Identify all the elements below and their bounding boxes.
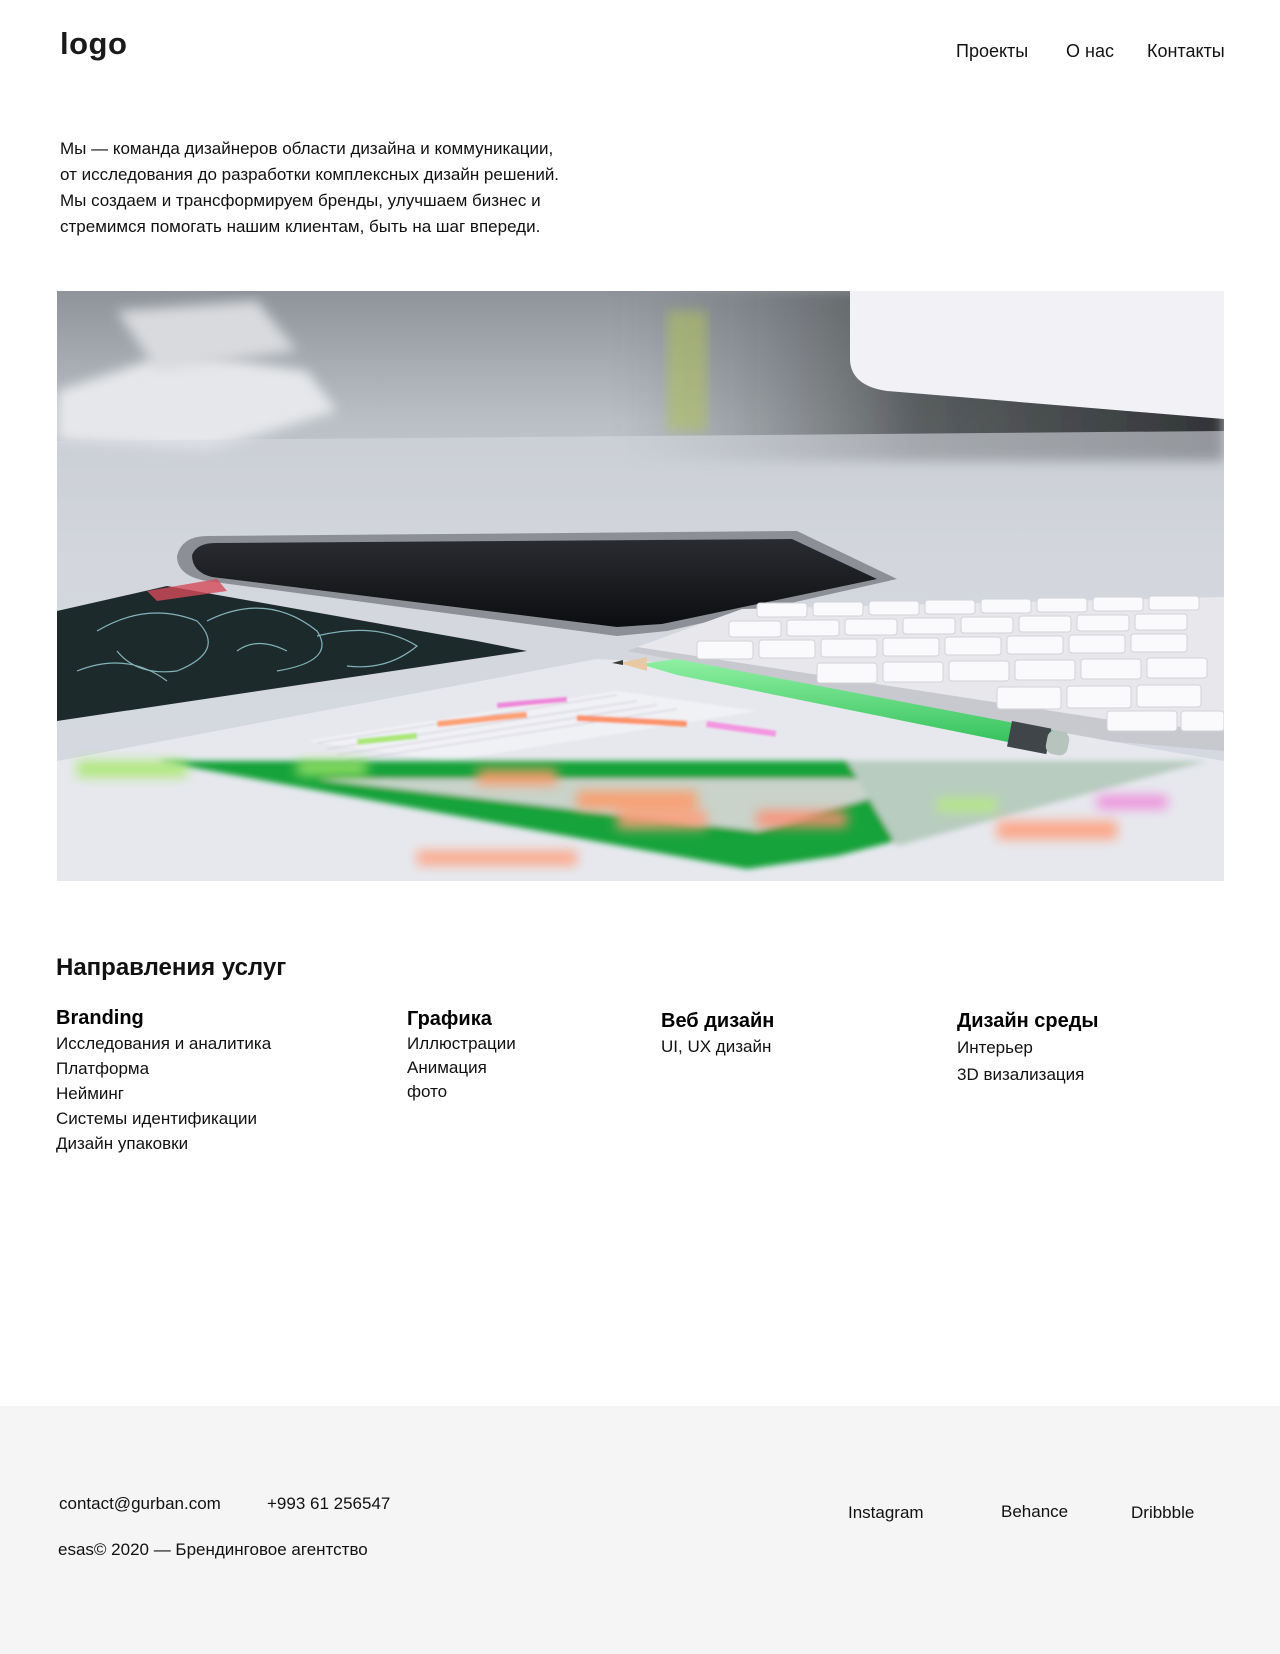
intro-line: Мы — команда дизайнеров области дизайна … <box>60 139 554 158</box>
service-item: Нейминг <box>56 1084 124 1103</box>
service-item: Дизайн упаковки <box>56 1134 189 1153</box>
service-item: Системы идентификации <box>56 1109 257 1128</box>
intro-text: Мы — команда дизайнеров области дизайна … <box>60 136 620 240</box>
service-item: Интерьер <box>957 1038 1033 1057</box>
service-item: Исследования и аналитика <box>56 1034 272 1053</box>
intro-line: стремимся помогать нашим клиентам, быть … <box>60 217 541 236</box>
footer-copyright: esas© 2020 — Брендинговое агентство <box>58 1540 368 1559</box>
service-item: UI, UX дизайн <box>661 1037 772 1056</box>
services-title: Направления услуг <box>56 954 287 981</box>
hero-image <box>57 291 1224 881</box>
footer-email-link[interactable]: contact@gurban.com <box>59 1494 221 1514</box>
service-column-web: Веб дизайн UI, UX дизайн <box>661 1008 774 1059</box>
service-heading: Веб дизайн <box>661 1010 775 1032</box>
intro-line: Мы создаем и трансформируем бренды, улуч… <box>60 191 541 210</box>
nav-contacts-link[interactable]: Контакты <box>1147 41 1225 62</box>
intro-line: от исследования до разработки комплексны… <box>60 165 560 184</box>
service-column-branding: Branding Исследования и аналитика Платфо… <box>56 1005 271 1156</box>
footer: contact@gurban.com +993 61 256547 esas© … <box>0 1406 1280 1654</box>
social-dribbble-link[interactable]: Dribbble <box>1131 1503 1194 1523</box>
logo[interactable]: logo <box>60 26 127 62</box>
service-column-graphics: Графика Иллюстрации Анимация фото <box>407 1006 516 1104</box>
service-column-environment: Дизайн среды Интерьер 3D визализация <box>957 1008 1099 1088</box>
nav-projects-link[interactable]: Проекты <box>956 41 1028 62</box>
service-heading: Графика <box>407 1008 492 1030</box>
nav-about-link[interactable]: О нас <box>1066 41 1114 62</box>
service-item: Анимация <box>407 1058 487 1077</box>
social-behance-link[interactable]: Behance <box>1001 1502 1068 1522</box>
social-instagram-link[interactable]: Instagram <box>848 1503 924 1523</box>
service-heading: Дизайн среды <box>957 1010 1099 1032</box>
service-item: 3D визализация <box>957 1065 1085 1084</box>
service-item: фото <box>407 1082 448 1101</box>
footer-phone-link[interactable]: +993 61 256547 <box>267 1494 390 1514</box>
service-item: Иллюстрации <box>407 1034 516 1053</box>
service-heading: Branding <box>56 1007 144 1029</box>
service-item: Платформа <box>56 1059 150 1078</box>
